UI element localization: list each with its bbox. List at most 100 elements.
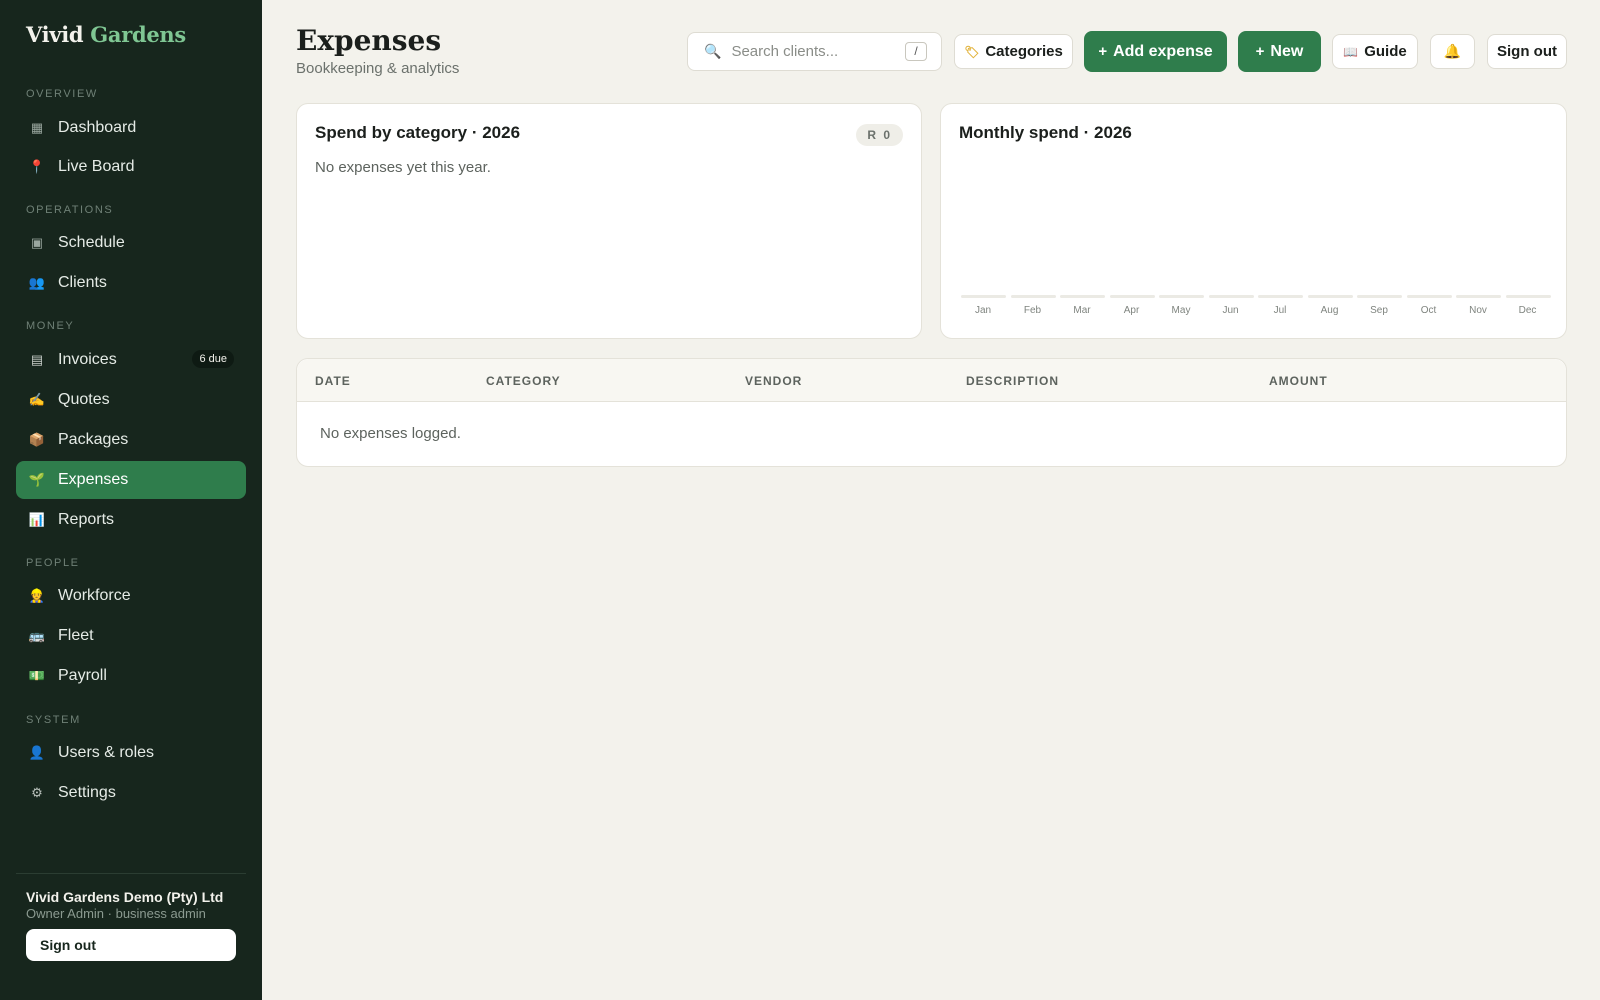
month-bar-track: [1159, 295, 1204, 298]
column-header-vendor[interactable]: VENDOR: [745, 374, 802, 388]
sidebar-divider: [16, 873, 246, 874]
month-bar-track: [1357, 295, 1402, 298]
brand-logo[interactable]: Vivid Gardens: [26, 22, 186, 47]
package-icon: 📦: [28, 432, 46, 447]
empty-state-text: No expenses yet this year.: [315, 159, 491, 176]
sidebar-item-reports[interactable]: 📊 Reports: [16, 501, 246, 539]
month-label: Aug: [1320, 305, 1339, 316]
book-icon: 📖: [1343, 44, 1359, 59]
month-label: Mar: [1073, 305, 1091, 316]
month-label: Dec: [1518, 305, 1537, 316]
sidebar-item-label: Reports: [58, 511, 115, 528]
sidebar-item-users-roles[interactable]: 👤 Users & roles: [16, 734, 246, 772]
bus-icon: 🚌: [28, 628, 46, 643]
pin-icon: 📍: [28, 159, 46, 174]
month-label: Jul: [1273, 305, 1287, 316]
search-placeholder: Search clients...: [731, 43, 839, 60]
sidebar-item-expenses[interactable]: 🌱 Expenses: [16, 461, 246, 499]
sidebar-item-dashboard[interactable]: ▦ Dashboard: [16, 109, 246, 147]
month-bar-track: [1258, 295, 1303, 298]
search-input[interactable]: 🔍 Search clients... /: [687, 32, 942, 71]
month-bar-track: [1406, 295, 1452, 298]
seedling-icon: 🌱: [28, 472, 46, 487]
month-label: Apr: [1123, 305, 1140, 316]
categories-button-label: Categories: [985, 43, 1063, 60]
month-bar-track: [1456, 295, 1501, 298]
add-expense-button-label: Add expense: [1113, 42, 1213, 60]
month-bar-track: [1109, 295, 1155, 298]
sidebar-item-label: Settings: [58, 784, 116, 801]
sidebar-item-settings[interactable]: ⚙ Settings: [16, 774, 246, 812]
user-icon: 👤: [28, 745, 46, 760]
total-badge: R 0: [856, 124, 903, 146]
section-overview: OVERVIEW: [26, 88, 98, 100]
month-bar-track: [961, 295, 1006, 298]
section-system: SYSTEM: [26, 714, 81, 726]
categories-button[interactable]: 🏷 Categories: [954, 34, 1073, 69]
sidebar-item-invoices[interactable]: ▤ Invoices 6 due: [16, 341, 246, 379]
plus-icon: +: [1255, 43, 1265, 60]
card-title: Spend by category · 2026: [315, 123, 521, 142]
guide-button[interactable]: 📖 Guide: [1332, 34, 1418, 69]
sidebar-item-label: Quotes: [58, 391, 110, 408]
month-bar-track: [1307, 295, 1353, 298]
search-shortcut-key: /: [905, 42, 927, 61]
month-label: Sep: [1370, 305, 1388, 316]
column-header-amount[interactable]: AMOUNT: [1269, 374, 1328, 388]
add-expense-button[interactable]: + Add expense: [1084, 31, 1227, 72]
people-icon: 👥: [28, 275, 46, 290]
card-title: Monthly spend · 2026: [959, 123, 1132, 142]
month-label: Jun: [1222, 305, 1239, 316]
sign-out-button[interactable]: Sign out: [1487, 34, 1567, 69]
new-button[interactable]: + New: [1238, 31, 1321, 72]
month-label: Nov: [1469, 305, 1487, 316]
sidebar-item-packages[interactable]: 📦 Packages: [16, 421, 246, 459]
sidebar-item-workforce[interactable]: 👷 Workforce: [16, 577, 246, 615]
monthly-spend-card: Monthly spend · 2026 Jan Feb Mar Apr May Jun J…: [940, 103, 1567, 339]
sidebar-item-label: Clients: [58, 274, 107, 291]
month-label: Feb: [1023, 305, 1042, 316]
plus-icon: +: [1098, 43, 1108, 60]
org-name: Vivid Gardens Demo (Pty) Ltd: [26, 889, 224, 905]
sidebar-item-payroll[interactable]: 💵 Payroll: [16, 657, 246, 695]
month-bar-track: [1060, 295, 1105, 298]
sidebar-item-label: Fleet: [58, 627, 94, 644]
month-label: Oct: [1420, 305, 1437, 316]
writing-hand-icon: ✍: [28, 392, 46, 407]
money-icon: 💵: [28, 668, 46, 683]
sidebar-sign-out-button[interactable]: Sign out: [26, 929, 236, 961]
month-bar-track: [1505, 295, 1551, 298]
section-people: PEOPLE: [26, 557, 80, 569]
column-header-date[interactable]: DATE: [315, 374, 351, 388]
table-header: DATE CATEGORY VENDOR DESCRIPTION AMOUNT: [297, 359, 1566, 402]
sidebar-item-schedule[interactable]: ▣ Schedule: [16, 224, 246, 262]
month-label: Jan: [974, 305, 992, 316]
expenses-table: DATE CATEGORY VENDOR DESCRIPTION AMOUNT …: [296, 358, 1567, 467]
column-header-category[interactable]: CATEGORY: [486, 374, 561, 388]
calendar-icon: ▣: [30, 235, 44, 250]
sidebar-item-clients[interactable]: 👥 Clients: [16, 264, 246, 302]
sidebar-item-live-board[interactable]: 📍 Live Board: [16, 148, 246, 186]
sidebar-item-label: Invoices: [58, 351, 117, 368]
tag-icon: 🏷: [964, 44, 980, 59]
table-empty-state: No expenses logged.: [320, 425, 461, 442]
bar-chart-icon: 📊: [28, 512, 46, 527]
page-subtitle: Bookkeeping & analytics: [296, 60, 460, 77]
sidebar-item-label: Schedule: [58, 234, 125, 251]
gear-icon: ⚙: [31, 785, 43, 800]
sidebar-item-quotes[interactable]: ✍ Quotes: [16, 381, 246, 419]
bell-icon: 🔔: [1443, 43, 1462, 59]
sidebar-item-fleet[interactable]: 🚌 Fleet: [16, 617, 246, 655]
notifications-button[interactable]: 🔔: [1430, 34, 1475, 69]
month-bar-track: [1208, 295, 1254, 298]
sidebar-item-label: Packages: [58, 431, 129, 448]
brand-name-part2: Gardens: [90, 22, 186, 47]
sidebar: Vivid Gardens OVERVIEW ▦ Dashboard 📍 Liv…: [0, 0, 262, 1000]
column-header-description[interactable]: DESCRIPTION: [966, 374, 1059, 388]
invoices-due-badge: 6 due: [192, 350, 234, 368]
sidebar-item-label: Expenses: [58, 471, 129, 488]
new-button-label: New: [1270, 42, 1304, 60]
grid-icon: ▦: [30, 120, 44, 135]
sidebar-item-label: Users & roles: [58, 744, 155, 761]
sidebar-item-label: Payroll: [58, 667, 107, 684]
